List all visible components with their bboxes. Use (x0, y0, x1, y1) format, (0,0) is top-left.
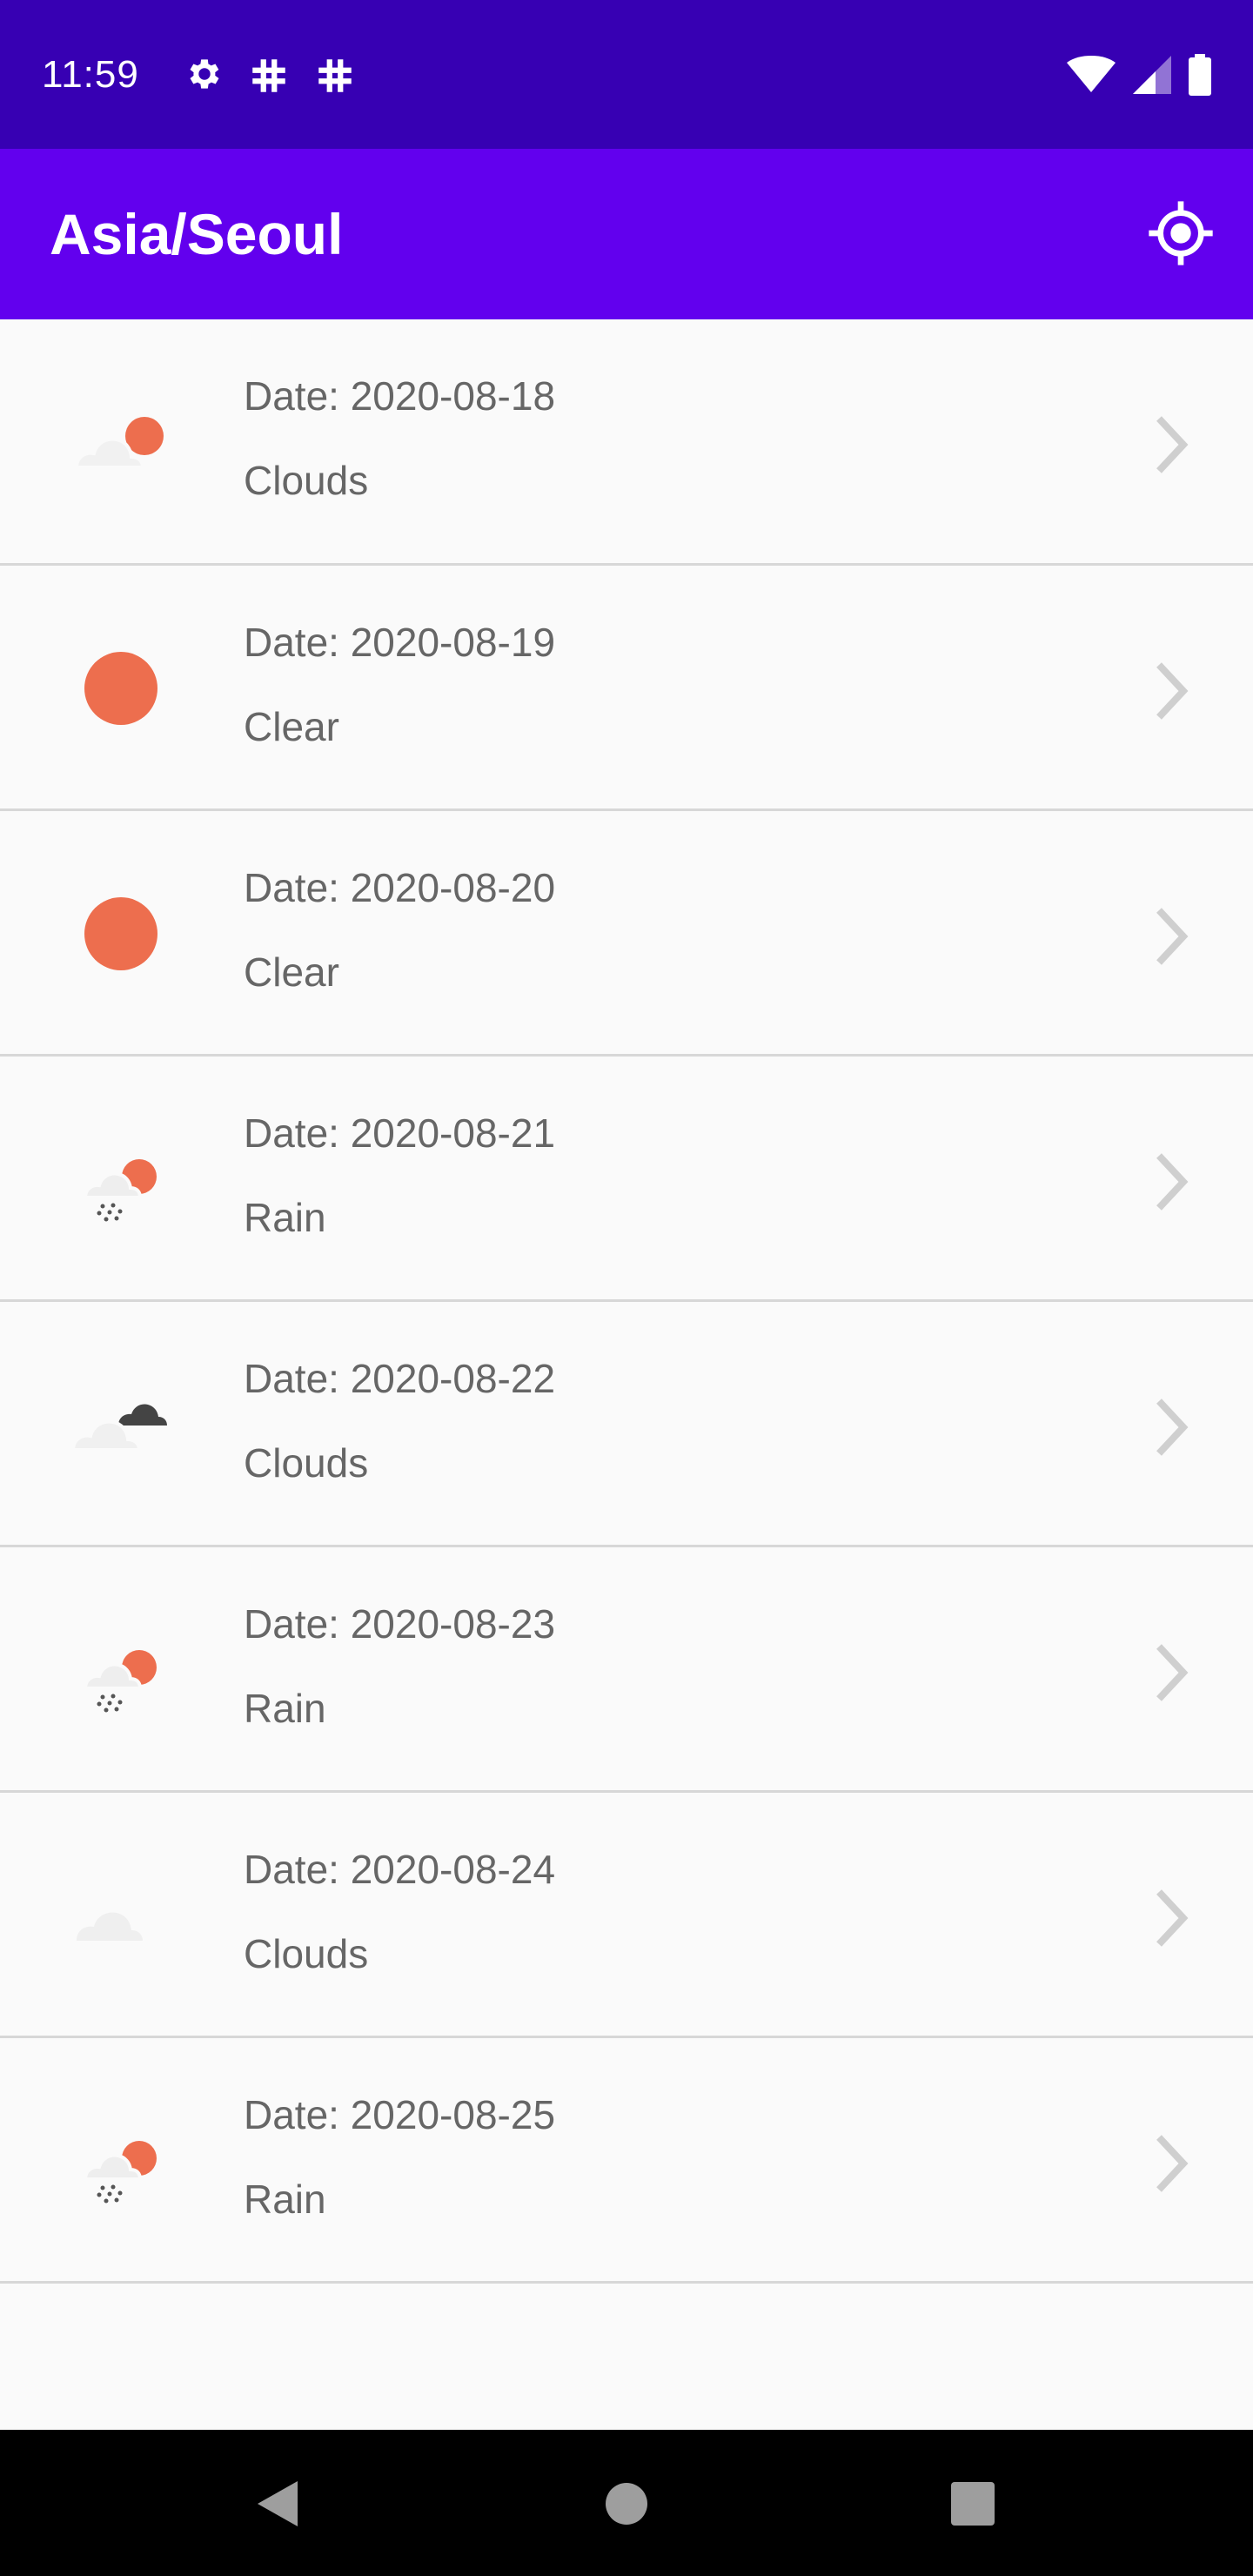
navigation-bar (0, 2430, 1253, 2576)
home-icon (606, 2483, 647, 2525)
chevron-right-icon (1156, 1889, 1189, 1947)
status-notification-icons (184, 54, 357, 97)
broken-clouds-icon (64, 1363, 186, 1485)
settings-icon (184, 54, 224, 97)
chevron-right-icon (1156, 1399, 1189, 1456)
hash-icon (313, 54, 357, 97)
back-icon (258, 2481, 298, 2526)
my-location-button[interactable] (1143, 198, 1218, 272)
forecast-description: Clouds (244, 1931, 369, 1976)
rain-day-icon (64, 1608, 186, 1730)
forecast-list: Date: 2020-08-18 Clouds Date: 2020-08-19… (0, 319, 1253, 2284)
forecast-description: Rain (244, 1686, 326, 1731)
forecast-item[interactable]: Date: 2020-08-22 Clouds (0, 1302, 1253, 1547)
forecast-item[interactable]: Date: 2020-08-25 Rain (0, 2038, 1253, 2284)
forecast-date: Date: 2020-08-24 (244, 1847, 556, 1892)
page-title: Asia/Seoul (50, 202, 344, 266)
forecast-date: Date: 2020-08-18 (244, 373, 556, 419)
status-bar: 11:59 (0, 0, 1253, 149)
forecast-date: Date: 2020-08-20 (244, 865, 556, 910)
clear-day-icon (64, 627, 186, 748)
chevron-right-icon (1156, 908, 1189, 965)
rain-day-icon (64, 1117, 186, 1239)
clear-day-icon (64, 872, 186, 994)
cell-signal-icon (1133, 56, 1171, 98)
home-button[interactable] (596, 2473, 657, 2534)
forecast-item[interactable]: Date: 2020-08-18 Clouds (0, 319, 1253, 566)
forecast-description: Rain (244, 1195, 326, 1240)
app-bar: Asia/Seoul (0, 149, 1253, 319)
forecast-date: Date: 2020-08-22 (244, 1356, 556, 1401)
forecast-description: Rain (244, 2177, 326, 2222)
chevron-right-icon (1156, 1644, 1189, 1701)
forecast-date: Date: 2020-08-23 (244, 1601, 556, 1647)
chevron-right-icon (1156, 1153, 1189, 1211)
status-time: 11:59 (42, 53, 139, 96)
forecast-date: Date: 2020-08-21 (244, 1110, 556, 1156)
chevron-right-icon (1156, 416, 1189, 473)
forecast-item[interactable]: Date: 2020-08-21 Rain (0, 1057, 1253, 1302)
forecast-item[interactable]: Date: 2020-08-23 Rain (0, 1547, 1253, 1793)
hash-icon (247, 54, 291, 97)
forecast-description: Clear (244, 704, 339, 749)
forecast-description: Clouds (244, 458, 369, 503)
forecast-description: Clouds (244, 1440, 369, 1486)
forecast-item[interactable]: Date: 2020-08-20 Clear (0, 811, 1253, 1057)
chevron-right-icon (1156, 662, 1189, 720)
my-location-icon (1146, 198, 1216, 272)
chevron-right-icon (1156, 2135, 1189, 2192)
scattered-clouds-icon (64, 1854, 186, 1976)
recents-button[interactable] (942, 2473, 1003, 2534)
battery-icon (1189, 54, 1211, 100)
forecast-date: Date: 2020-08-19 (244, 620, 556, 665)
forecast-item[interactable]: Date: 2020-08-19 Clear (0, 566, 1253, 811)
forecast-description: Clear (244, 949, 339, 995)
wifi-icon (1067, 56, 1116, 98)
recents-icon (951, 2482, 995, 2526)
status-system-icons (1067, 54, 1211, 100)
back-button[interactable] (247, 2473, 308, 2534)
forecast-date: Date: 2020-08-25 (244, 2092, 556, 2137)
few-clouds-day-icon (64, 380, 186, 502)
rain-day-icon (64, 2099, 186, 2221)
forecast-item[interactable]: Date: 2020-08-24 Clouds (0, 1793, 1253, 2038)
